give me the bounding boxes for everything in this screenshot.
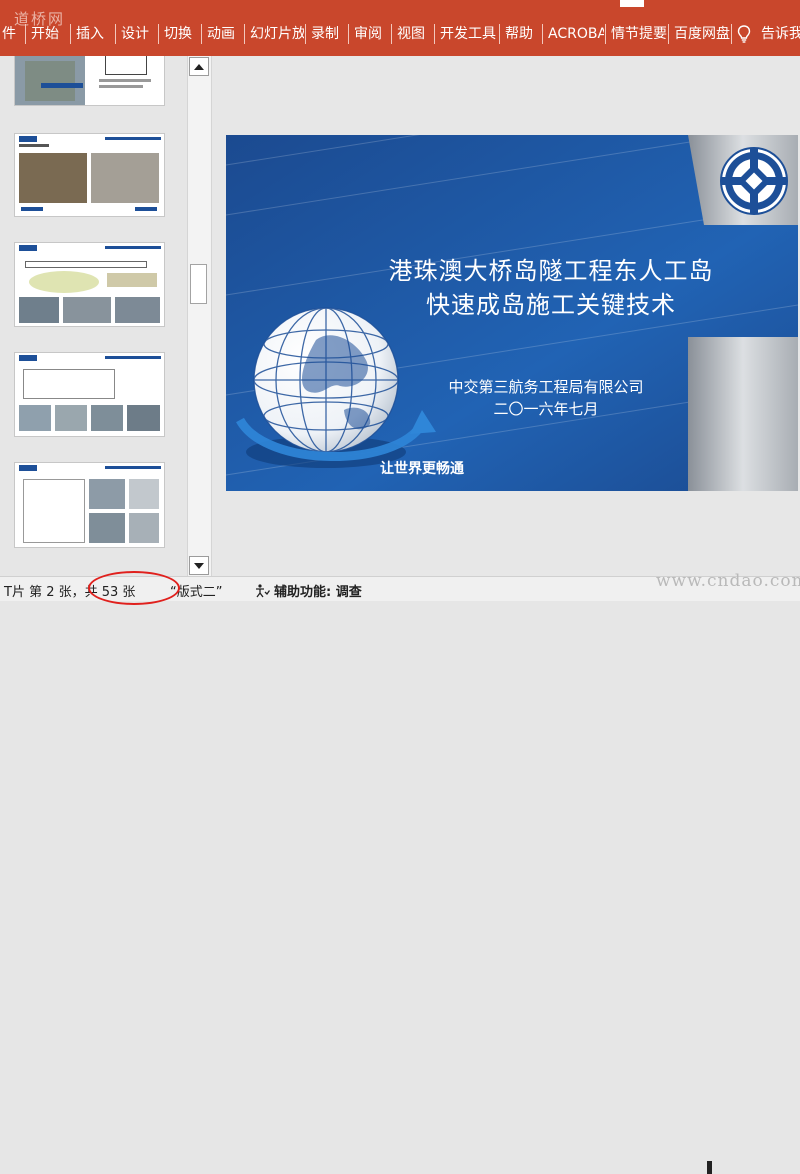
thumbnail-caption <box>21 207 43 211</box>
slide-date: 二〇一六年七月 <box>493 400 599 418</box>
thumbnail-text-line <box>19 144 49 147</box>
scroll-down-button[interactable] <box>189 556 209 575</box>
cccc-logo-icon <box>720 147 788 215</box>
watermark-url: www.cndao.com <box>656 571 800 591</box>
tab-separator <box>499 24 500 44</box>
scrollbar-thumb[interactable] <box>190 264 207 304</box>
slide-thumbnail[interactable] <box>14 242 165 327</box>
window-control-tab <box>620 0 644 7</box>
thumbnail-text-box <box>23 369 115 399</box>
thumbnail-photo <box>89 479 125 509</box>
tab-separator <box>668 24 669 44</box>
accessibility-label: 辅助功能: 调查 <box>274 585 362 600</box>
current-slide[interactable]: 港珠澳大桥岛隧工程东人工岛 快速成岛施工关键技术 中交第三航务工程局有限公司 二… <box>226 135 798 491</box>
thumbnail-caption <box>41 83 83 88</box>
ribbon-tabs: 件 开始 插入 设计 切换 动画 幻灯片放 录制 审阅 视图 开发工具 帮助 A… <box>0 23 800 45</box>
thumbnail-diagram <box>105 56 147 75</box>
thumbnail-caption <box>135 207 157 211</box>
thumbnail-logo <box>19 355 37 361</box>
thumbnail-header-line <box>105 246 161 249</box>
arrow-up-icon <box>194 63 204 70</box>
thumbnail-text-box <box>25 261 147 268</box>
thumbnail-island-shape <box>29 271 99 293</box>
tab-home[interactable]: 开始 <box>27 24 69 44</box>
tab-separator <box>391 24 392 44</box>
tab-acrobat[interactable]: ACROBAT <box>544 24 604 44</box>
slide-title-line-1: 港珠澳大桥岛隧工程东人工岛 <box>388 257 714 285</box>
thumbnail-header-line <box>105 466 161 469</box>
tab-separator <box>731 24 732 44</box>
thumbnail-header-line <box>105 137 161 140</box>
slide-company: 中交第三航务工程局有限公司 <box>448 378 644 396</box>
tab-separator <box>201 24 202 44</box>
thumbnail-photo <box>19 405 51 431</box>
thumbnail-photo <box>127 405 160 431</box>
tab-help[interactable]: 帮助 <box>501 24 541 44</box>
tab-separator <box>70 24 71 44</box>
slide-thumbnail[interactable] <box>14 56 165 106</box>
tab-design[interactable]: 设计 <box>117 24 157 44</box>
tab-slideshow[interactable]: 幻灯片放 <box>246 24 304 44</box>
tab-separator <box>605 24 606 44</box>
thumbnail-photo <box>91 153 159 203</box>
thumbnail-photo <box>115 297 160 323</box>
accessibility-status[interactable]: 辅助功能: 调查 <box>254 581 362 600</box>
thumbnail-text-line <box>99 79 151 82</box>
tell-me-search[interactable]: 告诉我 <box>755 24 800 44</box>
thumbnail-text-box <box>23 479 85 543</box>
tab-storyboard[interactable]: 情节提要 <box>607 24 667 44</box>
thumbnail-logo <box>19 465 37 471</box>
thumbnail-photo <box>55 405 87 431</box>
thumbnail-photo <box>25 61 75 101</box>
tab-separator <box>348 24 349 44</box>
slide-thumbnail[interactable] <box>14 352 165 437</box>
tab-view[interactable]: 视图 <box>393 24 433 44</box>
tab-record[interactable]: 录制 <box>307 24 347 44</box>
tab-separator <box>115 24 116 44</box>
scroll-up-button[interactable] <box>189 57 209 76</box>
tab-separator <box>244 24 245 44</box>
slide-editing-area: 港珠澳大桥岛隧工程东人工岛 快速成岛施工关键技术 中交第三航务工程局有限公司 二… <box>212 56 800 576</box>
thumbnail-header-line <box>105 356 161 359</box>
tab-separator <box>25 24 26 44</box>
thumbnail-photo <box>129 513 159 543</box>
thumbnail-logo <box>19 245 37 251</box>
slide-title-line-2: 快速成岛施工关键技术 <box>426 291 676 319</box>
tab-file[interactable]: 件 <box>0 24 24 44</box>
ribbon-tab-bar: 道桥网 件 开始 插入 设计 切换 动画 幻灯片放 录制 审阅 视图 开发工具 … <box>0 0 800 56</box>
thumbnail-photo <box>89 513 125 543</box>
thumbnail-diagram <box>107 273 157 287</box>
tab-separator <box>542 24 543 44</box>
slide-thumbnail[interactable] <box>14 133 165 217</box>
slide-thumbnails-panel <box>0 56 187 576</box>
tab-separator <box>158 24 159 44</box>
arrow-down-icon <box>194 562 204 569</box>
tab-baidu-netdisk[interactable]: 百度网盘 <box>670 24 730 44</box>
thumbnail-photo <box>63 297 111 323</box>
lightbulb-icon[interactable] <box>733 24 755 44</box>
zoom-slider-handle[interactable] <box>707 1161 712 1174</box>
thumbnail-scrollbar[interactable] <box>187 56 212 576</box>
slide-thumbnail[interactable] <box>14 462 165 548</box>
thumbnail-text-line <box>99 85 143 88</box>
tab-review[interactable]: 审阅 <box>350 24 390 44</box>
slide-slogan: 让世界更畅通 <box>380 461 464 477</box>
tab-developer[interactable]: 开发工具 <box>436 24 498 44</box>
tab-separator <box>305 24 306 44</box>
thumbnail-photo <box>19 153 87 203</box>
tab-transitions[interactable]: 切换 <box>160 24 200 44</box>
thumbnail-photo <box>19 297 59 323</box>
thumbnail-logo <box>19 136 37 142</box>
tab-insert[interactable]: 插入 <box>72 24 114 44</box>
tab-animations[interactable]: 动画 <box>203 24 243 44</box>
thumbnail-photo <box>91 405 123 431</box>
accessibility-icon <box>256 583 270 597</box>
thumbnail-photo <box>129 479 159 509</box>
tab-separator <box>434 24 435 44</box>
